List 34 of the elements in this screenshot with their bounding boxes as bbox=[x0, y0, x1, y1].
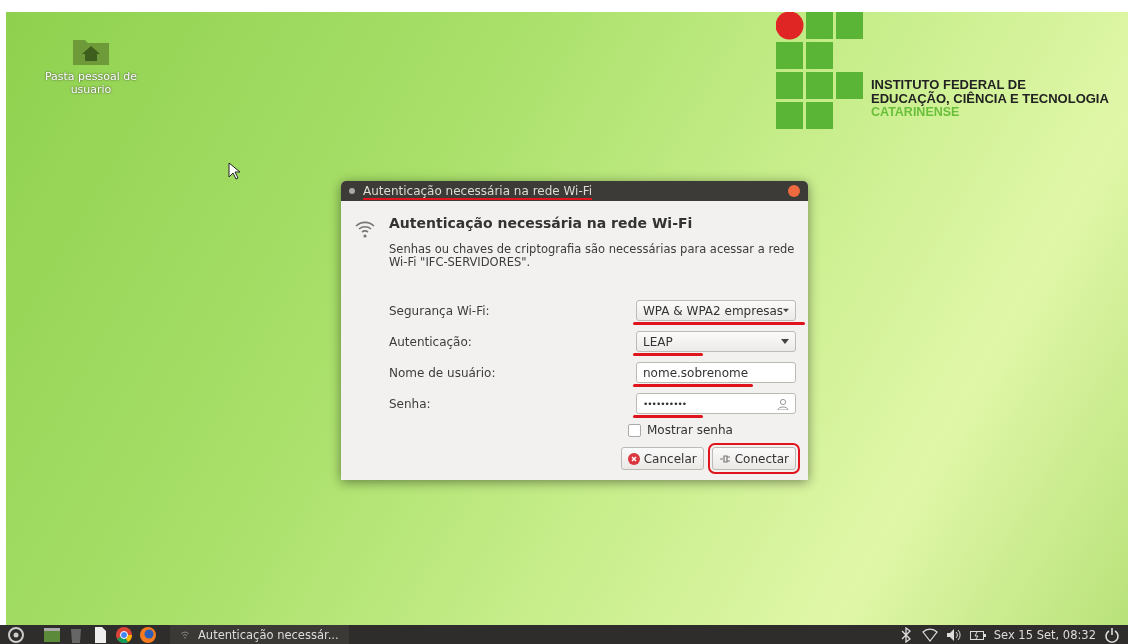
plug-icon bbox=[718, 452, 731, 465]
browser-fox-icon[interactable] bbox=[140, 626, 156, 643]
logo-squares-icon bbox=[776, 12, 863, 129]
logo-text-line: INSTITUTO FEDERAL DE bbox=[871, 78, 1027, 92]
caret-icon bbox=[783, 308, 789, 313]
checkbox[interactable] bbox=[628, 423, 641, 437]
power-icon[interactable] bbox=[1104, 626, 1120, 643]
wifi-icon[interactable] bbox=[921, 626, 938, 643]
workspace-icon[interactable] bbox=[44, 626, 60, 643]
taskbar-window-button[interactable]: Autenticação necessár... bbox=[170, 625, 349, 644]
field-label: Senha: bbox=[389, 396, 431, 411]
logo-subtitle: CATARINENSE bbox=[871, 106, 961, 119]
cancel-button[interactable]: Cancelar bbox=[620, 447, 704, 470]
file-icon[interactable] bbox=[92, 626, 108, 643]
wifi-icon bbox=[355, 219, 375, 239]
field-label: Nome de usuário: bbox=[389, 365, 496, 380]
browser-globe-icon[interactable] bbox=[116, 626, 132, 643]
window-menu-dot-icon bbox=[349, 188, 355, 194]
trash-icon[interactable] bbox=[68, 626, 84, 643]
dialog-message: Senhas ou chaves de criptografia são necessárias para acessar a rede Wi-Fi "IFC-SERVIDORES". bbox=[389, 243, 796, 269]
wifi-icon bbox=[180, 629, 190, 640]
launcher-icon[interactable] bbox=[8, 626, 24, 643]
caret-icon bbox=[781, 339, 789, 344]
field-label: Segurança Wi-Fi: bbox=[389, 303, 490, 318]
user-icon bbox=[777, 397, 789, 410]
window-title: Autenticação necessária na rede Wi-Fi bbox=[363, 184, 593, 200]
mouse-cursor-icon bbox=[228, 162, 240, 180]
checkbox-label: Mostrar senha bbox=[647, 423, 733, 437]
clock[interactable]: Sex 15 Set, 08:32 bbox=[993, 627, 1096, 642]
field-label: Autenticação: bbox=[389, 334, 472, 349]
close-button[interactable] bbox=[788, 185, 800, 197]
cancel-icon bbox=[627, 452, 640, 465]
logo-text-line: EDUCAÇÃO, CIÊNCIA E TECNOLOGIA bbox=[871, 92, 1109, 106]
dialog-heading: Autenticação necessária na rede Wi-Fi bbox=[389, 215, 694, 231]
